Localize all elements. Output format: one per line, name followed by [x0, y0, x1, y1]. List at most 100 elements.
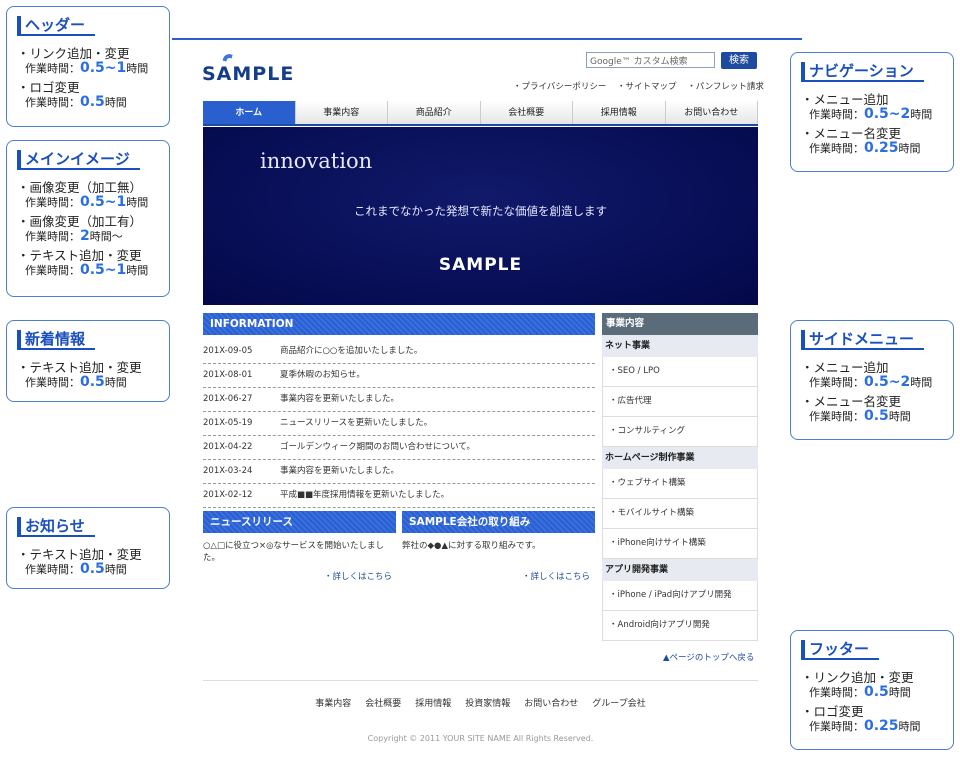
footer-link[interactable]: 会社概要	[365, 699, 401, 709]
time-prefix: 作業時間：	[809, 376, 864, 389]
info-row[interactable]: 201X-02-12 平成■■年度採用情報を更新いたしました。	[203, 484, 595, 508]
privacy-policy-link[interactable]: ・プライバシーポリシー	[513, 82, 606, 92]
callout-footer: フッター ・リンク追加・変更 作業時間：0.5時間 ・ロゴ変更 作業時間：0.25時間	[790, 630, 954, 750]
csr-text: 弊社の◆●▲に対する取り組みです。	[402, 541, 541, 551]
hero-logo: SAMPLE	[438, 255, 523, 275]
footer-rule	[203, 680, 758, 681]
callout-item-time: 作業時間：0.5~2時間	[801, 107, 943, 122]
sitemap-link[interactable]: ・サイトマップ	[617, 82, 677, 92]
news-release-text: ○△□に役立つ×◎なサービスを開始いたしました。	[203, 541, 385, 563]
time-value: 0.5	[864, 684, 889, 700]
callout-item-label: ・メニュー追加	[801, 92, 889, 107]
nav-tab-products[interactable]: 商品紹介	[388, 101, 481, 124]
time-suffix: 時間	[888, 410, 911, 423]
nav-tab-recruit[interactable]: 採用情報	[573, 101, 666, 124]
time-value: 0.5	[80, 94, 105, 110]
callout-header: ヘッダー ・リンク追加・変更 作業時間：0.5~1時間 ・ロゴ変更 作業時間：0.5時間	[6, 6, 170, 127]
callout-item-label: ・画像変更（加工無）	[17, 180, 143, 195]
footer-link[interactable]: お問い合わせ	[524, 699, 578, 709]
side-menu-body: ネット事業 ・SEO / LPO ・広告代理 ・コンサルティング ホームページ制作事業・…	[602, 335, 758, 641]
time-prefix: 作業時間：	[809, 410, 864, 423]
site-logo[interactable]: SAMPLE	[202, 50, 294, 85]
time-value: 0.25	[864, 718, 899, 734]
info-row[interactable]: 201X-03-24 事業内容を更新いたしました。	[203, 460, 595, 484]
side-menu-item[interactable]: ・iPhone向けサイト構築	[602, 529, 758, 559]
callout-item-time: 作業時間：0.5時間	[17, 562, 159, 577]
info-text: 事業内容を更新いたしました。	[280, 466, 400, 476]
time-prefix: 作業時間：	[25, 230, 80, 243]
callout-item-time: 作業時間：2時間～	[17, 229, 159, 244]
nav-tab-business[interactable]: 事業内容	[295, 101, 388, 124]
side-menu-item[interactable]: ・広告代理	[602, 387, 758, 417]
callout-item-label: ・ロゴ変更	[801, 704, 864, 719]
footer-link[interactable]: 事業内容	[315, 699, 351, 709]
callout-item-time: 作業時間：0.5時間	[801, 685, 943, 700]
side-menu-item[interactable]: ・SEO / LPO	[602, 357, 758, 387]
callout-news: 新着情報 ・テキスト追加・変更 作業時間：0.5時間	[6, 320, 170, 402]
time-value: 0.25	[864, 140, 899, 156]
side-menu-item[interactable]: ・Android向けアプリ開発	[602, 611, 758, 641]
nav-tab-company[interactable]: 会社概要	[480, 101, 573, 124]
footer-link[interactable]: 採用情報	[415, 699, 451, 709]
callout-title: メインイメージ	[17, 150, 140, 170]
info-date: 201X-05-19	[203, 418, 253, 428]
side-category: ホームページ制作事業	[602, 447, 758, 469]
csr-more-link[interactable]: ・詳しくはこちら	[522, 570, 590, 582]
time-suffix: 時間	[104, 563, 127, 576]
nav-tab-home[interactable]: ホーム	[203, 101, 296, 124]
info-list: 201X-09-05 商品紹介に○○を追加いたしました。 201X-08-01 夏季休…	[203, 340, 595, 508]
side-menu-item[interactable]: ・ウェブサイト構築	[602, 469, 758, 499]
info-text: ゴールデンウィーク期間のお問い合わせについて。	[280, 442, 475, 452]
global-nav: ホーム 事業内容 商品紹介 会社概要 採用情報 お問い合わせ	[203, 101, 758, 126]
info-text: ニュースリリースを更新いたしました。	[280, 418, 433, 428]
callout-item-time: 作業時間：0.5~1時間	[17, 195, 159, 210]
header-rule	[172, 38, 802, 40]
time-prefix: 作業時間：	[809, 720, 864, 733]
side-menu-item[interactable]: ・モバイルサイト構築	[602, 499, 758, 529]
nav-tab-contact[interactable]: お問い合わせ	[665, 101, 758, 124]
time-value: 0.5~2	[864, 106, 911, 122]
search-input[interactable]: Google™ カスタム検索	[586, 52, 715, 68]
callout-title: ヘッダー	[17, 16, 96, 36]
time-suffix: 時間	[104, 376, 127, 389]
time-prefix: 作業時間：	[809, 108, 864, 121]
page-top-link[interactable]: ▲ページのトップへ戻る	[663, 651, 754, 663]
footer-link[interactable]: グループ会社	[592, 699, 645, 709]
time-prefix: 作業時間：	[809, 686, 864, 699]
callout-item-label: ・テキスト追加・変更	[17, 360, 142, 375]
time-suffix: 時間	[126, 196, 149, 209]
info-date: 201X-03-24	[203, 466, 253, 476]
callout-title: お知らせ	[17, 517, 95, 537]
time-suffix: 時間	[126, 62, 149, 75]
info-row[interactable]: 201X-09-05 商品紹介に○○を追加いたしました。	[203, 340, 595, 364]
time-suffix: 時間	[126, 264, 149, 277]
info-row[interactable]: 201X-05-19 ニュースリリースを更新いたしました。	[203, 412, 595, 436]
callout-item-label: ・メニュー名変更	[801, 394, 902, 409]
news-more-link[interactable]: ・詳しくはこちら	[324, 570, 392, 582]
time-value: 0.5	[864, 408, 889, 424]
hero-title: innovation	[260, 149, 373, 173]
search-button[interactable]: 検索	[721, 52, 757, 69]
time-suffix: 時間	[910, 376, 933, 389]
time-value: 0.5~1	[80, 194, 127, 210]
callout-item-time: 作業時間：0.5~2時間	[801, 375, 943, 390]
side-menu-item[interactable]: ・コンサルティング	[602, 417, 758, 447]
side-menu-item[interactable]: ・iPhone / iPad向けアプリ開発	[602, 581, 758, 611]
callout-item-time: 作業時間：0.5~1時間	[17, 263, 159, 278]
footer-link[interactable]: 投資家情報	[465, 699, 510, 709]
side-menu-title: 事業内容	[602, 313, 758, 335]
main-image: innovation これまでなかった発想で新たな価値を創造します SAMPLE	[203, 127, 758, 305]
callout-title: ナビゲーション	[801, 62, 924, 82]
callout-item-label: ・画像変更（加工有）	[17, 214, 143, 229]
pamphlet-link[interactable]: ・パンフレット請求	[687, 82, 764, 92]
callout-item-time: 作業時間：0.25時間	[801, 141, 943, 156]
time-suffix: 時間	[898, 142, 921, 155]
info-row[interactable]: 201X-06-27 事業内容を更新いたしました。	[203, 388, 595, 412]
time-value: 2	[80, 228, 90, 244]
callout-item-label: ・ロゴ変更	[17, 80, 80, 95]
info-row[interactable]: 201X-04-22 ゴールデンウィーク期間のお問い合わせについて。	[203, 436, 595, 460]
callout-item-label: ・メニュー名変更	[801, 126, 902, 141]
time-prefix: 作業時間：	[25, 96, 80, 109]
callout-notice: お知らせ ・テキスト追加・変更 作業時間：0.5時間	[6, 507, 170, 589]
info-row[interactable]: 201X-08-01 夏季休暇のお知らせ。	[203, 364, 595, 388]
